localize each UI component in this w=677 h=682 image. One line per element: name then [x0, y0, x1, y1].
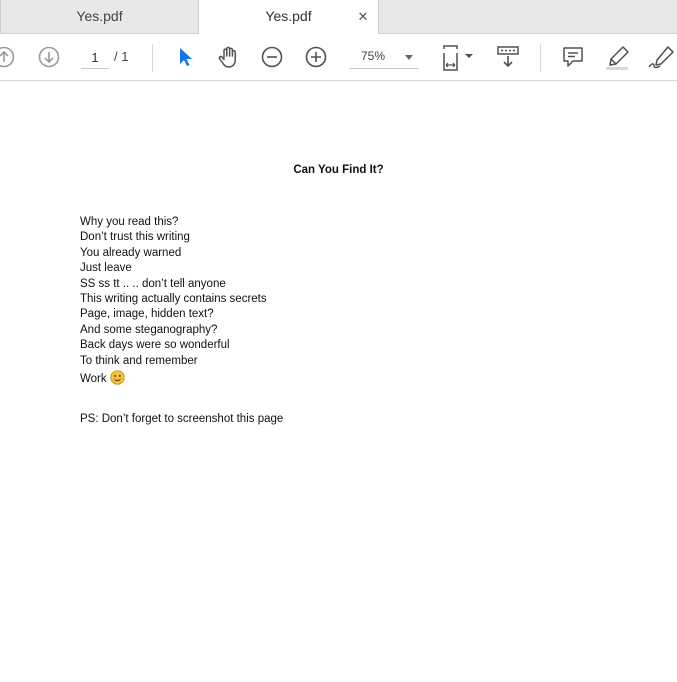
hand-tool-icon[interactable]	[216, 45, 242, 69]
zoom-in-icon[interactable]	[304, 45, 330, 69]
document-line: SS ss tt .. .. don’t tell anyone	[80, 277, 226, 290]
document-line: To think and remember	[80, 354, 198, 367]
select-tool-icon[interactable]	[174, 45, 200, 69]
comment-icon[interactable]	[561, 45, 587, 69]
toolbar-divider	[152, 44, 153, 72]
sign-icon[interactable]	[648, 45, 674, 69]
zoom-out-icon[interactable]	[260, 45, 286, 69]
document-body: Why you read this? Don’t trust this writ…	[80, 215, 267, 387]
document-line: Don’t trust this writing	[80, 231, 190, 244]
toolbar-divider	[540, 44, 541, 72]
page-fit-icon[interactable]	[441, 45, 475, 71]
document-title: Can You Find It?	[293, 164, 384, 176]
document-line: Page, image, hidden text?	[80, 308, 214, 321]
previous-page-icon[interactable]	[0, 45, 18, 69]
tab-label: Yes.pdf	[76, 8, 123, 24]
document-line: And some steganography?	[80, 323, 218, 336]
tab-yes-pdf-inactive[interactable]: Yes.pdf	[0, 0, 198, 33]
document-line: This writing actually contains secrets	[80, 292, 267, 305]
document-line: You already warned	[80, 246, 182, 259]
toolbar: / 1 75%	[0, 34, 677, 81]
scroll-mode-icon[interactable]	[496, 45, 522, 69]
document-line: Back days were so wonderful	[80, 339, 230, 352]
document-line: Just leave	[80, 262, 132, 275]
chevron-down-icon	[405, 55, 413, 60]
zoom-dropdown[interactable]: 75%	[349, 46, 419, 69]
zoom-value: 75%	[361, 49, 386, 63]
close-tab-icon[interactable]: ✕	[356, 0, 370, 33]
highlight-icon[interactable]	[604, 45, 630, 70]
tab-label: Yes.pdf	[265, 8, 312, 24]
page-total: / 1	[114, 49, 129, 64]
document-line-work: Work	[80, 370, 267, 387]
smiling-face-emoji-icon	[109, 370, 125, 391]
document-page: Can You Find It? Why you read this? Don’…	[0, 81, 677, 682]
work-label: Work	[80, 372, 107, 385]
document-line: Why you read this?	[80, 216, 179, 228]
next-page-icon[interactable]	[37, 45, 63, 69]
tab-bar: Yes.pdf Yes.pdf ✕	[0, 0, 677, 34]
tab-yes-pdf-active[interactable]: Yes.pdf ✕	[198, 0, 379, 34]
document-postscript: PS: Don’t forget to screenshot this page	[80, 413, 284, 425]
page-number-input[interactable]	[81, 46, 109, 69]
